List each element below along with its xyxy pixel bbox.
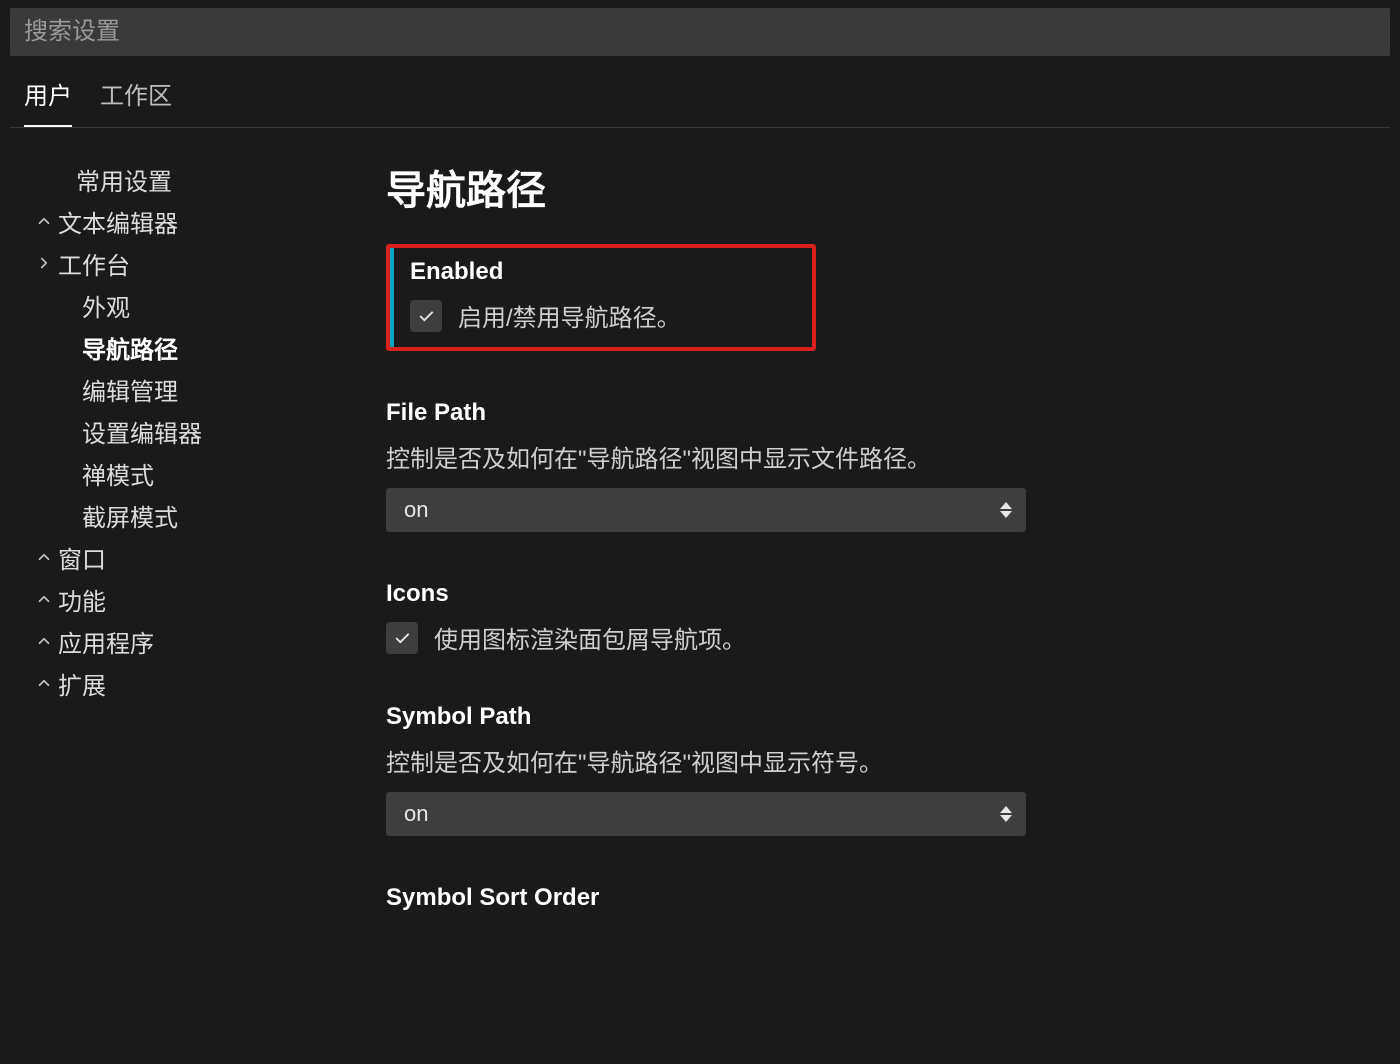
sidebar-item-label: 截屏模式: [82, 498, 178, 533]
sidebar-item-label: 导航路径: [82, 330, 178, 365]
sidebar-item-editor-management[interactable]: 编辑管理: [22, 368, 350, 410]
settings-main: 导航路径 Enabled 启用/禁用导航路径。 File Path 控: [350, 158, 1390, 1064]
setting-title-enabled: Enabled: [410, 258, 800, 286]
setting-desc-file-path: 控制是否及如何在"导航路径"视图中显示文件路径。: [386, 439, 1370, 474]
sidebar-item-features[interactable]: 功能: [22, 578, 350, 620]
setting-file-path: File Path 控制是否及如何在"导航路径"视图中显示文件路径。 on: [386, 399, 1370, 532]
chevron-up-icon: [30, 632, 58, 650]
settings-search-wrap: [10, 8, 1390, 56]
sidebar-item-label: 设置编辑器: [82, 414, 202, 449]
setting-symbol-path: Symbol Path 控制是否及如何在"导航路径"视图中显示符号。 on: [386, 703, 1370, 836]
section-title: 导航路径: [386, 158, 1370, 216]
setting-title-icons: Icons: [386, 580, 1370, 608]
select-symbol-path[interactable]: on: [386, 792, 1026, 836]
sidebar-item-label: 功能: [58, 582, 106, 617]
select-value: on: [404, 497, 428, 523]
sidebar-item-zen-mode[interactable]: 禅模式: [22, 452, 350, 494]
sidebar-item-label: 窗口: [58, 540, 106, 575]
sidebar-item-label: 常用设置: [30, 162, 172, 197]
setting-icons: Icons 使用图标渲染面包屑导航项。: [386, 580, 1370, 655]
sidebar-item-screencast-mode[interactable]: 截屏模式: [22, 494, 350, 536]
sidebar-item-label: 文本编辑器: [58, 204, 178, 239]
sidebar-item-workbench[interactable]: 工作台: [22, 242, 350, 284]
setting-title-file-path: File Path: [386, 399, 1370, 427]
settings-search-input[interactable]: [24, 18, 1376, 46]
highlight-annotation: Enabled 启用/禁用导航路径。: [386, 244, 816, 351]
sidebar-item-text-editor[interactable]: 文本编辑器: [22, 200, 350, 242]
select-arrows-icon: [1000, 806, 1012, 822]
chevron-up-icon: [30, 212, 58, 230]
setting-symbol-sort-order: Symbol Sort Order: [386, 884, 1370, 912]
setting-desc-enabled: 启用/禁用导航路径。: [458, 298, 681, 333]
setting-desc-symbol-path: 控制是否及如何在"导航路径"视图中显示符号。: [386, 743, 1370, 778]
tab-workspace[interactable]: 工作区: [100, 76, 172, 127]
sidebar-item-label: 外观: [82, 288, 130, 323]
sidebar-item-label: 扩展: [58, 666, 106, 701]
checkbox-enabled[interactable]: [410, 300, 442, 332]
sidebar-item-appearance[interactable]: 外观: [22, 284, 350, 326]
sidebar-item-label: 应用程序: [58, 624, 154, 659]
sidebar-item-label: 禅模式: [82, 456, 154, 491]
tab-user[interactable]: 用户: [24, 76, 72, 127]
chevron-right-icon: [30, 254, 58, 272]
sidebar-item-common[interactable]: 常用设置: [22, 158, 350, 200]
checkmark-icon: [392, 628, 412, 648]
sidebar-item-settings-editor[interactable]: 设置编辑器: [22, 410, 350, 452]
sidebar-item-label: 编辑管理: [82, 372, 178, 407]
select-arrows-icon: [1000, 502, 1012, 518]
sidebar-item-label: 工作台: [58, 246, 130, 281]
modified-indicator: [390, 248, 394, 347]
checkbox-icons[interactable]: [386, 622, 418, 654]
sidebar-item-window[interactable]: 窗口: [22, 536, 350, 578]
chevron-up-icon: [30, 548, 58, 566]
select-file-path[interactable]: on: [386, 488, 1026, 532]
settings-body: 常用设置 文本编辑器 工作台 外观 导航路径 编辑管理: [10, 128, 1390, 1064]
checkmark-icon: [416, 306, 436, 326]
setting-title-symbol-path: Symbol Path: [386, 703, 1370, 731]
setting-title-symbol-sort-order: Symbol Sort Order: [386, 884, 1370, 912]
chevron-up-icon: [30, 590, 58, 608]
setting-desc-icons: 使用图标渲染面包屑导航项。: [434, 620, 746, 655]
sidebar-item-application[interactable]: 应用程序: [22, 620, 350, 662]
settings-scope-tabs: 用户 工作区: [10, 56, 1390, 128]
select-value: on: [404, 801, 428, 827]
settings-toc-sidebar: 常用设置 文本编辑器 工作台 外观 导航路径 编辑管理: [10, 158, 350, 1064]
chevron-up-icon: [30, 674, 58, 692]
sidebar-item-extensions[interactable]: 扩展: [22, 662, 350, 704]
sidebar-item-breadcrumbs[interactable]: 导航路径: [22, 326, 350, 368]
